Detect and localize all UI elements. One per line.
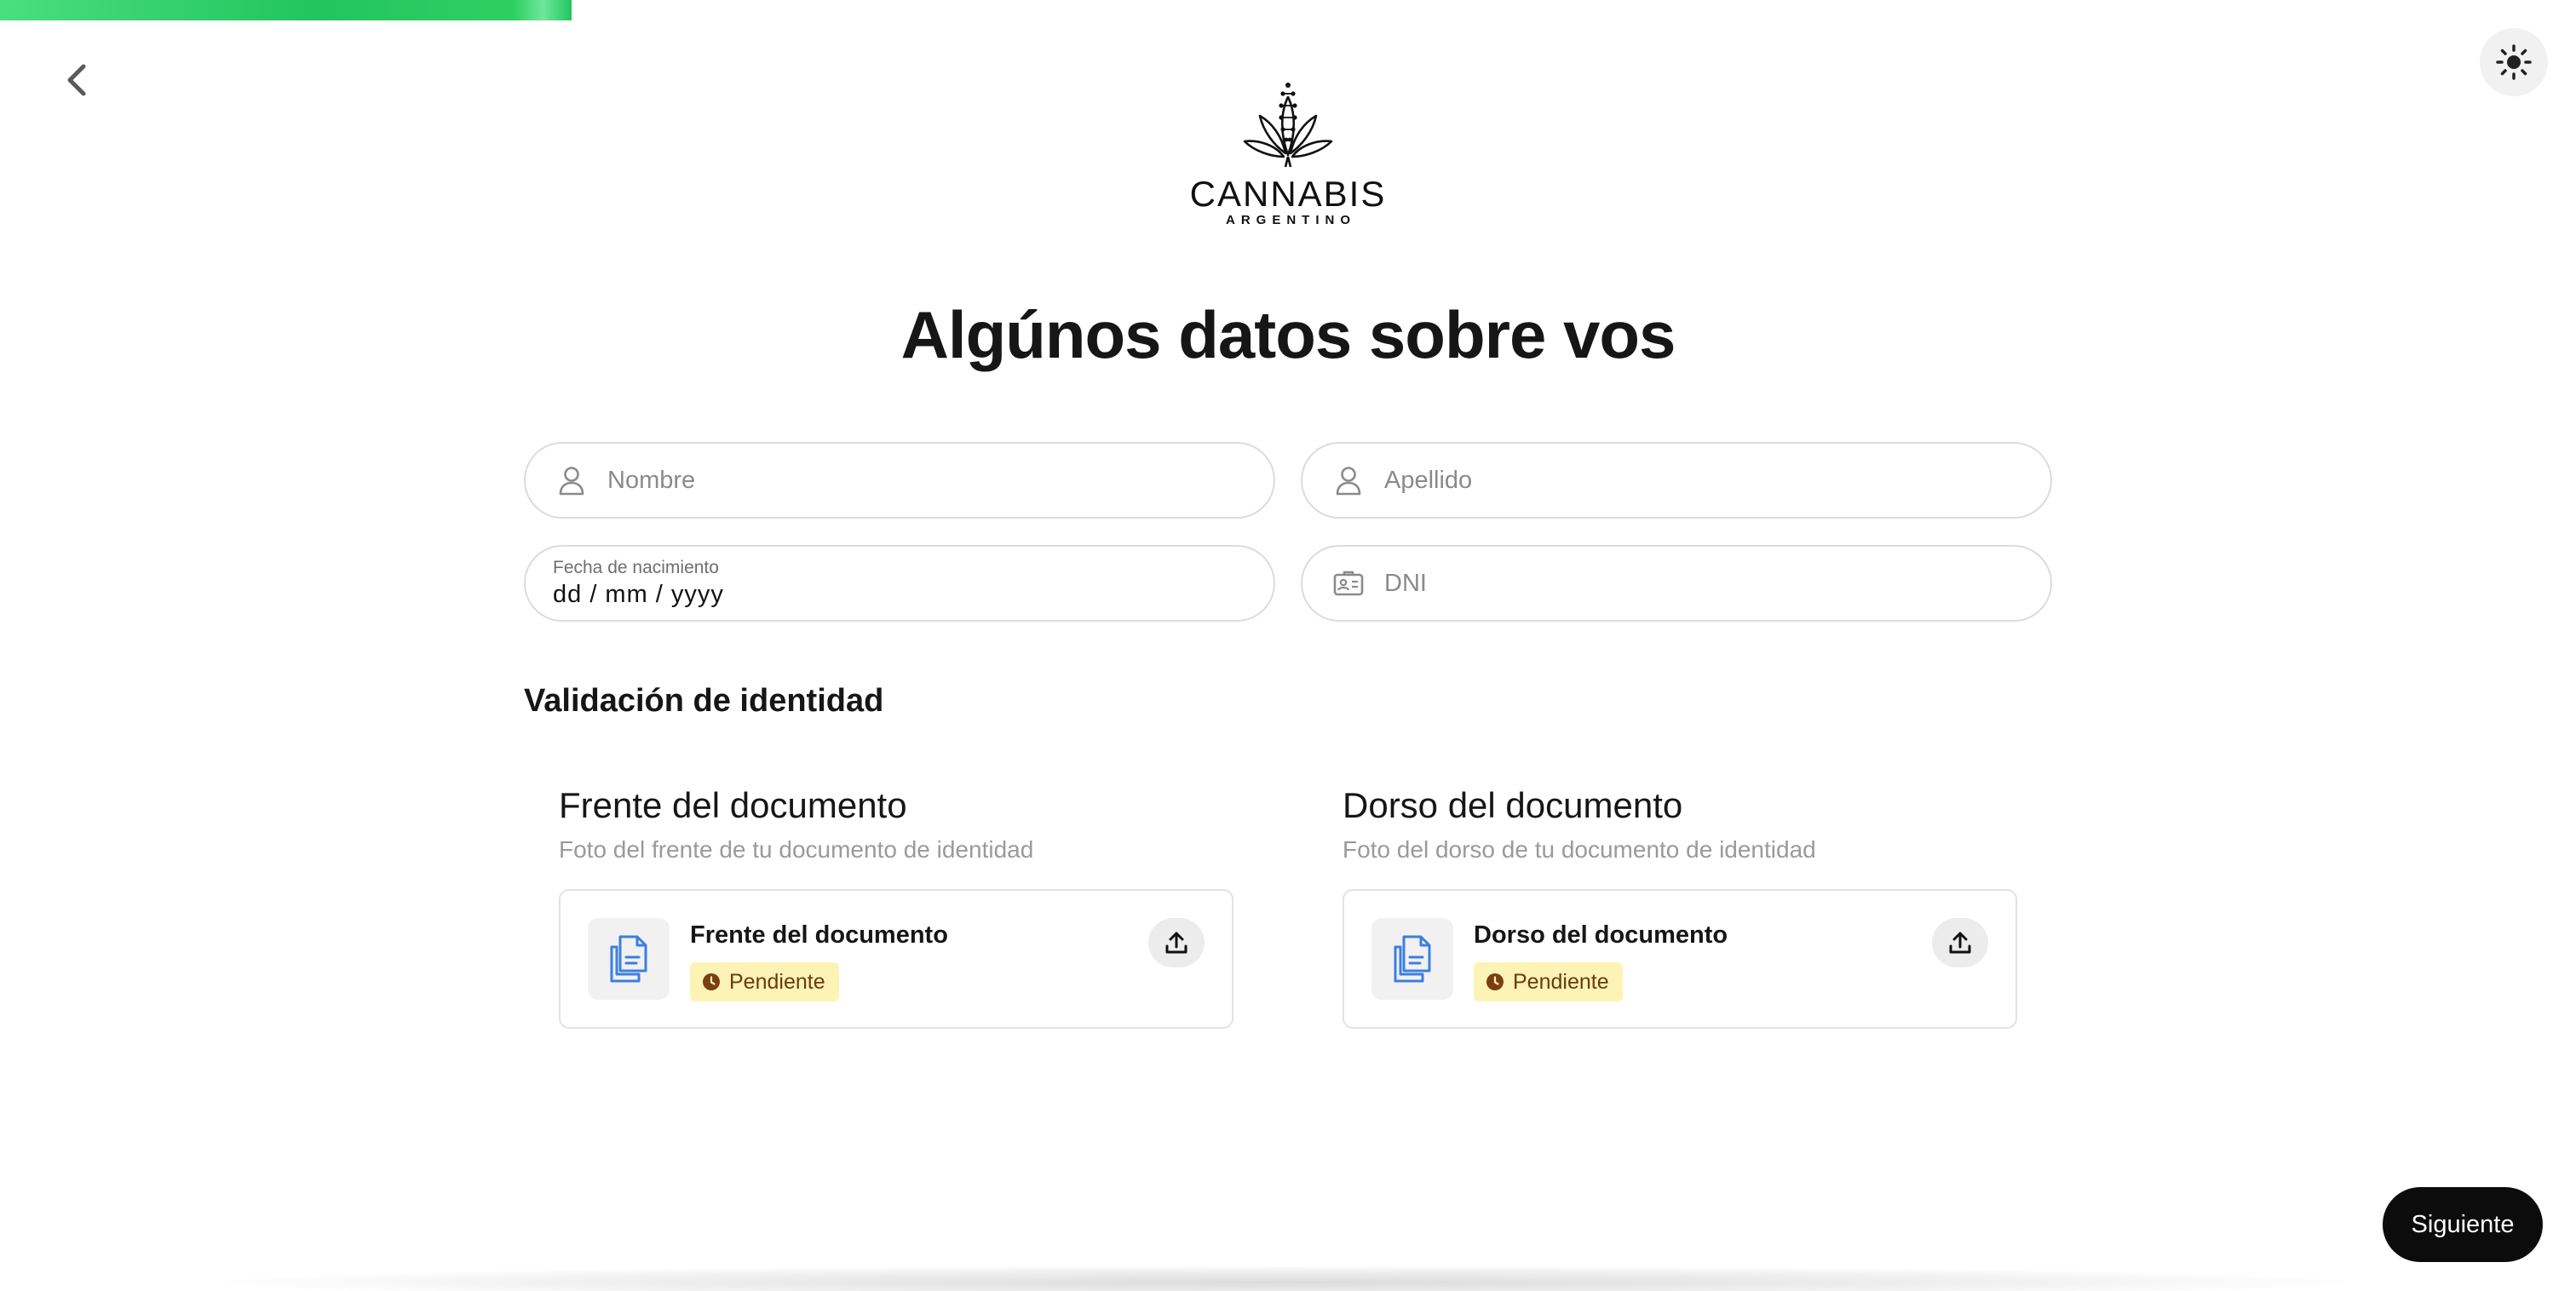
document-icon — [610, 935, 647, 983]
upload-back-button[interactable] — [1932, 918, 1988, 967]
upload-icon — [1165, 932, 1187, 954]
next-button[interactable]: Siguiente — [2383, 1187, 2543, 1262]
upload-icon — [1949, 932, 1971, 954]
back-button[interactable] — [53, 56, 101, 104]
person-icon — [555, 463, 589, 497]
fecha-nacimiento-field[interactable]: Fecha de nacimiento dd / mm / yyyy — [524, 545, 1275, 622]
clock-icon — [1486, 973, 1504, 990]
status-badge: Pendiente — [1474, 962, 1623, 1001]
person-icon — [1331, 463, 1366, 497]
fecha-nacimiento-label: Fecha de nacimiento — [553, 558, 719, 577]
front-document-subtitle: Foto del frente de tu documento de ident… — [559, 836, 1034, 863]
status-badge-text: Pendiente — [1513, 969, 1609, 994]
page: CANNABIS ARGENTINO Algúnos datos sobre v… — [0, 0, 2576, 1291]
dni-placeholder: DNI — [1384, 569, 1427, 597]
fecha-nacimiento-value: dd / mm / yyyy — [553, 581, 724, 608]
front-document-card: Frente del documento Pendiente — [559, 889, 1233, 1029]
front-document-title: Frente del documento — [559, 785, 907, 825]
logo-wordmark: CANNABIS — [1189, 174, 1387, 214]
page-title: Algúnos datos sobre vos — [900, 297, 1676, 372]
progress-bar-fill — [0, 0, 572, 20]
back-document-title: Dorso del documento — [1343, 785, 1683, 825]
dni-field[interactable]: DNI — [1301, 545, 2052, 622]
theme-toggle-button[interactable] — [2480, 28, 2548, 96]
back-document-subtitle: Foto del dorso de tu documento de identi… — [1343, 836, 1816, 863]
brand-logo: CANNABIS ARGENTINO — [1190, 82, 1384, 232]
id-card-icon — [1331, 566, 1366, 600]
clock-icon — [703, 973, 720, 990]
front-card-name: Frente del documento — [690, 921, 948, 949]
logo-subline: ARGENTINO — [1226, 213, 1356, 227]
status-badge: Pendiente — [690, 962, 839, 1001]
apellido-field[interactable]: Apellido — [1301, 442, 2052, 519]
sun-icon — [2496, 44, 2532, 80]
bottom-shadow — [221, 1265, 2351, 1291]
chevron-left-icon — [67, 64, 86, 96]
status-badge-text: Pendiente — [729, 969, 825, 994]
nombre-placeholder: Nombre — [607, 466, 696, 494]
back-card-name: Dorso del documento — [1474, 921, 1728, 949]
document-icon — [1394, 935, 1431, 983]
identity-section-title: Validación de identidad — [524, 683, 884, 719]
cannabis-leaf-logo-icon — [1243, 83, 1333, 168]
document-thumb — [1371, 918, 1453, 1000]
upload-front-button[interactable] — [1148, 918, 1205, 967]
apellido-placeholder: Apellido — [1384, 466, 1473, 494]
progress-bar — [0, 0, 2576, 20]
nombre-field[interactable]: Nombre — [524, 442, 1275, 519]
back-document-card: Dorso del documento Pendiente — [1343, 889, 2017, 1029]
document-thumb — [588, 918, 670, 1000]
